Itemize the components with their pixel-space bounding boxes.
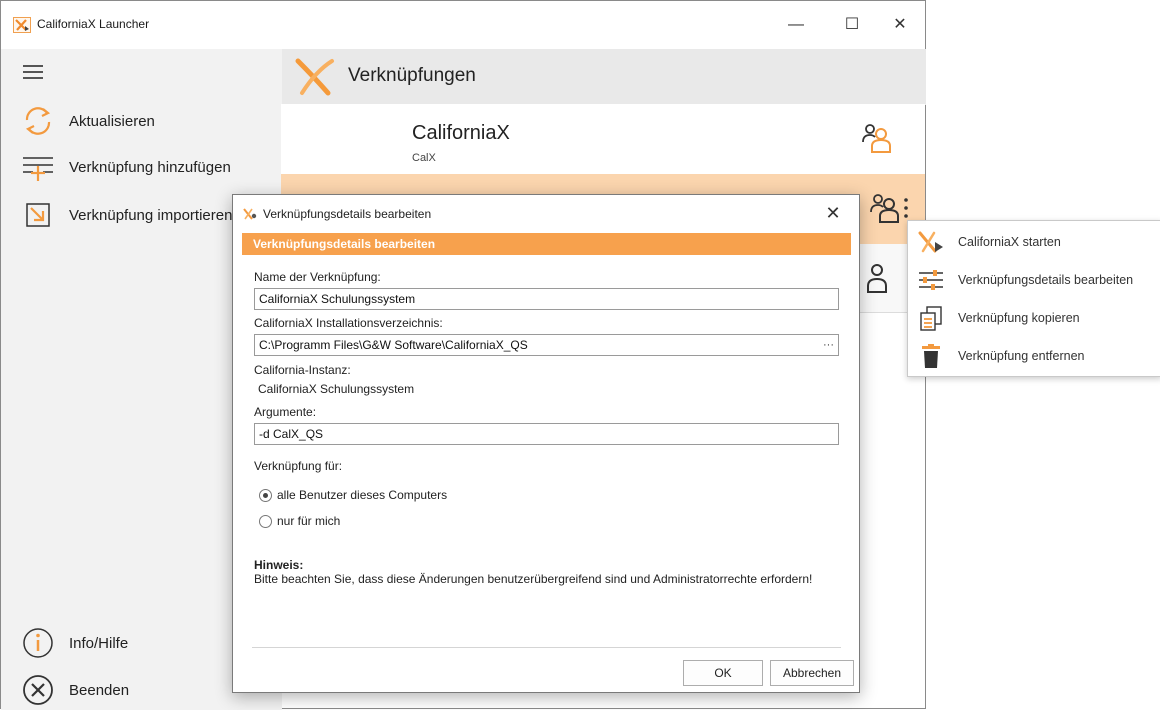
name-label: Name der Verknüpfung:: [254, 270, 381, 284]
divider: [252, 647, 841, 648]
install-dir-label: CaliforniaX Installationsverzeichnis:: [254, 316, 443, 330]
info-icon: [21, 626, 55, 660]
install-dir-field[interactable]: C:\Programm Files\G&W Software\Californi…: [254, 334, 839, 356]
shortcut-name: CaliforniaX: [412, 122, 510, 144]
edit-shortcut-dialog: Verknüpfungsdetails bearbeiten ✕ Verknüp…: [232, 194, 860, 693]
edit-settings-icon: [916, 267, 946, 293]
ok-button[interactable]: OK: [683, 660, 763, 686]
trash-icon: [916, 343, 946, 369]
radio-button-checked[interactable]: [259, 488, 272, 502]
radio-only-me[interactable]: nur für mich: [259, 514, 340, 528]
note-title: Hinweis:: [254, 558, 304, 572]
users-icon: [859, 120, 895, 156]
page-header: Verknüpfungen: [282, 49, 926, 105]
close-window-button[interactable]: ✕: [877, 11, 923, 39]
radio-label: nur für mich: [277, 514, 341, 528]
install-dir-value: C:\Programm Files\G&W Software\Californi…: [259, 338, 528, 352]
radio-label: alle Benutzer dieses Computers: [277, 488, 448, 502]
californiax-logo-icon: [294, 57, 338, 97]
sidebar-item-label: Info/Hilfe: [69, 634, 129, 652]
sidebar-item-import[interactable]: Verknüpfung importieren: [21, 195, 232, 235]
hamburger-menu-icon[interactable]: [23, 65, 43, 79]
instance-value: CaliforniaX Schulungssystem: [258, 382, 415, 396]
menu-item-label: Verknüpfung kopieren: [958, 311, 1080, 325]
dialog-logo-icon: [243, 207, 257, 220]
app-title: CaliforniaX Launcher: [37, 17, 150, 31]
browse-button[interactable]: ···: [823, 335, 834, 355]
menu-item-edit[interactable]: Verknüpfungsdetails bearbeiten: [908, 261, 1160, 299]
arguments-field[interactable]: -d CalX_QS: [254, 423, 839, 445]
sidebar-item-label: Verknüpfung hinzufügen: [69, 158, 231, 176]
sidebar-item-info[interactable]: Info/Hilfe: [21, 623, 128, 663]
menu-item-label: Verknüpfungsdetails bearbeiten: [958, 273, 1134, 287]
sidebar-item-exit[interactable]: Beenden: [21, 670, 129, 710]
context-menu: CaliforniaX starten Verknüpfungsdetails …: [907, 220, 1160, 377]
import-icon: [21, 198, 55, 232]
dialog-close-button[interactable]: ✕: [821, 201, 845, 225]
cancel-button[interactable]: Abbrechen: [770, 660, 854, 686]
menu-item-copy[interactable]: Verknüpfung kopieren: [908, 299, 1160, 337]
sidebar-item-add-shortcut[interactable]: Verknüpfung hinzufügen: [21, 147, 231, 187]
sidebar-item-label: Aktualisieren: [69, 112, 155, 130]
shortcut-subtitle: CalX: [412, 152, 436, 164]
shortcut-for-label: Verknüpfung für:: [254, 459, 343, 473]
exit-icon: [21, 673, 55, 707]
note-text: Bitte beachten Sie, dass diese Änderunge…: [254, 572, 813, 586]
user-icon: [859, 260, 895, 296]
start-icon: [916, 229, 946, 255]
page-title: Verknüpfungen: [348, 65, 476, 86]
instance-label: California-Instanz:: [254, 363, 351, 377]
dialog-banner: Verknüpfungsdetails bearbeiten: [242, 233, 851, 255]
radio-button[interactable]: [259, 514, 272, 528]
menu-item-start[interactable]: CaliforniaX starten: [908, 223, 1160, 261]
minimize-button[interactable]: —: [773, 11, 819, 39]
title-bar: CaliforniaX Launcher — ☐ ✕: [1, 1, 925, 49]
name-field[interactable]: CaliforniaX Schulungssystem: [254, 288, 839, 310]
radio-all-users[interactable]: alle Benutzer dieses Computers: [259, 488, 447, 502]
copy-icon: [916, 305, 946, 331]
sidebar-item-refresh[interactable]: Aktualisieren: [21, 101, 155, 141]
menu-item-remove[interactable]: Verknüpfung entfernen: [908, 337, 1160, 375]
shortcut-row[interactable]: CaliforniaX CalX: [281, 104, 925, 175]
arguments-label: Argumente:: [254, 405, 317, 419]
refresh-icon: [21, 104, 55, 138]
dialog-title: Verknüpfungsdetails bearbeiten: [263, 207, 432, 221]
sidebar-item-label: Verknüpfung importieren: [69, 206, 233, 224]
maximize-button[interactable]: ☐: [829, 11, 875, 39]
menu-item-label: CaliforniaX starten: [958, 235, 1061, 249]
sidebar-item-label: Beenden: [69, 681, 130, 699]
menu-item-label: Verknüpfung entfernen: [958, 349, 1085, 363]
add-shortcut-icon: [21, 150, 55, 184]
app-logo-icon: [13, 17, 31, 33]
